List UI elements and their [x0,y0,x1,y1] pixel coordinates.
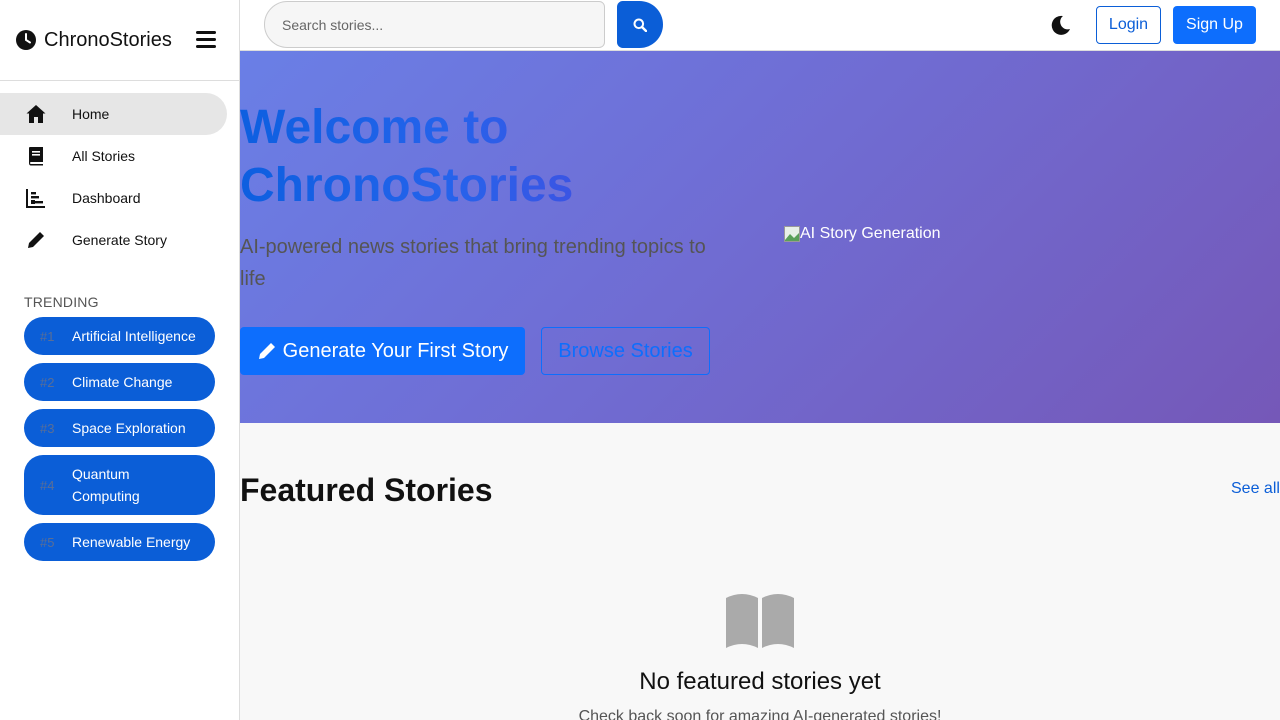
sidebar-item-all-stories[interactable]: All Stories [0,135,227,177]
hero-title: Welcome to ChronoStories [240,99,760,215]
sidebar: ChronoStories Home All Stories Dashboard [0,0,240,720]
trending-rank: #2 [40,374,55,390]
sidebar-item-label: Home [72,106,110,122]
hero-subtitle: AI-powered news stories that bring trend… [240,236,706,290]
trending-rank: #3 [40,420,55,436]
menu-toggle-icon[interactable] [196,31,216,49]
sidebar-item-home[interactable]: Home [0,93,227,135]
login-button[interactable]: Login [1096,6,1161,44]
clock-icon [16,30,36,50]
hero-section: Welcome to ChronoStories AI-powered news… [240,51,1280,423]
trending-heading: TRENDING [24,294,99,310]
trending-item[interactable]: #2 Climate Change [24,363,215,401]
search-input[interactable] [264,1,605,48]
trending-label: Renewable Energy [72,534,191,550]
generate-first-story-label: Generate Your First Story [282,339,509,362]
generate-first-story-button[interactable]: Generate Your First Story [240,327,525,375]
trending-label: Quantum Computing [72,466,140,504]
search-button[interactable] [617,1,663,48]
trending-rank: #1 [40,328,55,344]
see-all-link[interactable]: See all [1231,480,1280,498]
empty-state-title: No featured stories yet [639,668,881,695]
featured-title: Featured Stories [240,472,493,508]
hero-image: AI Story Generation [784,225,941,243]
sidebar-item-label: Generate Story [72,232,167,248]
empty-state-subtitle: Check back soon for amazing AI-generated… [578,708,942,720]
trending-label: Space Exploration [72,420,186,436]
pencil-icon [0,230,72,250]
sidebar-nav: Home All Stories Dashboard Generate Stor… [0,81,239,261]
trending-rank: #5 [40,534,55,550]
trending-item[interactable]: #5 Renewable Energy [24,523,215,561]
trending-rank: #4 [40,477,55,493]
trending-label: Artificial Intelligence [72,328,196,344]
moon-icon[interactable] [1050,14,1072,36]
trending-label: Climate Change [72,374,173,390]
browse-stories-button[interactable]: Browse Stories [541,327,710,375]
sidebar-item-label: Dashboard [72,190,141,206]
sidebar-item-generate-story[interactable]: Generate Story [0,219,227,261]
open-book-icon [726,594,794,648]
trending-item[interactable]: #1 Artificial Intelligence [24,317,215,355]
home-icon [0,104,72,124]
pencil-icon [258,343,275,359]
trending-item[interactable]: #3 Space Exploration [24,409,215,447]
brand: ChronoStories [0,0,239,81]
hero-title-line1: Welcome to [240,101,509,154]
bar-chart-icon [0,188,72,208]
sidebar-item-dashboard[interactable]: Dashboard [0,177,227,219]
trending-list: #1 Artificial Intelligence #2 Climate Ch… [0,317,239,561]
search-icon [633,18,647,32]
book-icon [0,146,72,166]
broken-image-icon [784,226,800,242]
sidebar-item-label: All Stories [72,148,136,164]
signup-button[interactable]: Sign Up [1173,6,1256,44]
brand-name[interactable]: ChronoStories [44,29,172,52]
top-bar: Login Sign Up [240,0,1280,51]
trending-item[interactable]: #4 Quantum Computing [24,455,215,515]
hero-title-line2: ChronoStories [240,159,574,212]
hero-image-alt: AI Story Generation [800,225,941,242]
